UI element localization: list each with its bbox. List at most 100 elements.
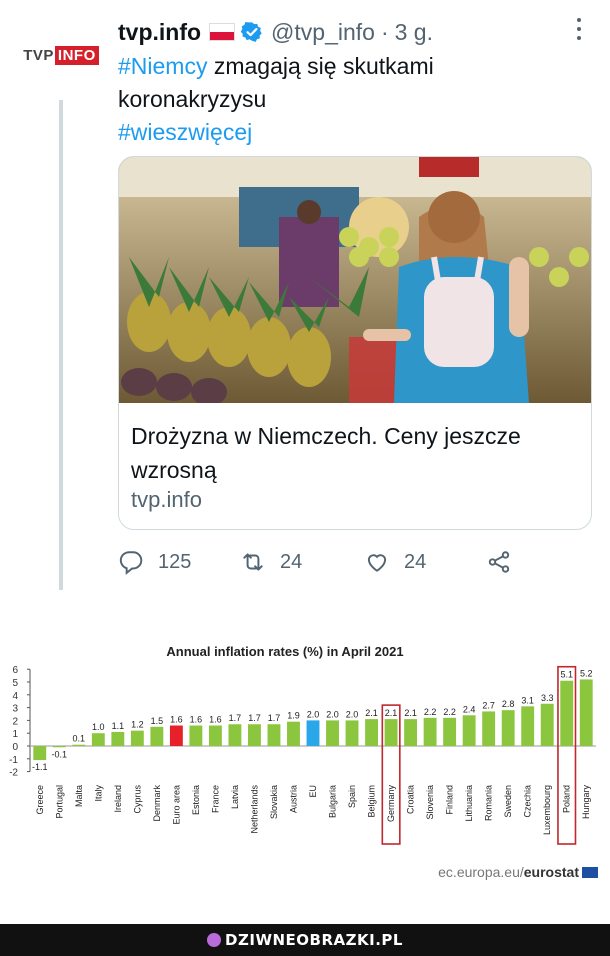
like-button[interactable]: 24 (364, 545, 426, 579)
value-label: 1.5 (151, 716, 164, 726)
reply-button[interactable]: 125 (118, 545, 191, 579)
value-label: 2.8 (502, 699, 515, 709)
category-label: Czechia (523, 785, 533, 818)
bar-france (208, 725, 222, 746)
category-label: France (210, 785, 220, 813)
category-label: Hungary (581, 785, 591, 820)
category-label: Cyprus (132, 785, 142, 814)
source-prefix: ec.europa.eu/ (438, 864, 524, 880)
bar-poland (560, 680, 574, 746)
bar-italy (91, 733, 105, 746)
category-label: Germany (386, 785, 396, 823)
category-label: Portugal (54, 785, 64, 819)
more-options-icon[interactable] (576, 18, 582, 40)
y-tick-label: 2 (12, 716, 18, 727)
value-label: -1.1 (32, 762, 48, 772)
card-image-shopping-woman[interactable] (119, 157, 591, 403)
tweet-text-line1: zmagają się skutkami (207, 53, 434, 79)
card-photo-illustration (119, 157, 591, 403)
value-label: 1.1 (112, 721, 125, 731)
tweet-text-line2: koronakryzysu (118, 86, 267, 112)
bar-netherlands (248, 724, 261, 746)
y-tick-label: 5 (12, 678, 18, 689)
category-label: Netherlands (249, 785, 259, 834)
share-icon (488, 551, 510, 573)
tweet-actions: 125 24 24 (118, 545, 518, 579)
value-label: 2.0 (346, 709, 359, 719)
dziwneobrazki-logo-icon (207, 933, 222, 947)
chart-canvas: -2-10123456-1.1Greece-0.1Portugal0.1Malt… (9, 665, 596, 845)
bar-belgium (365, 719, 378, 746)
y-tick-label: 4 (12, 691, 18, 702)
value-label: 2.1 (385, 708, 398, 718)
value-label: 2.0 (326, 709, 339, 719)
card-domain: tvp.info (131, 487, 202, 512)
value-label: 1.6 (190, 715, 203, 725)
category-label: Ireland (113, 785, 123, 813)
eu-flag-icon (582, 866, 598, 878)
tweet-text: #Niemcy zmagają się skutkami koronakryzy… (118, 50, 578, 149)
avatar-logo-info: INFO (54, 45, 99, 65)
y-tick-label: 0 (12, 742, 18, 753)
category-label: Romania (484, 785, 494, 821)
category-label: Estonia (191, 785, 201, 815)
verified-badge-icon (241, 22, 262, 42)
source-brand: eurostat (523, 864, 579, 880)
value-label: 2.1 (365, 708, 378, 718)
reply-icon (119, 551, 143, 575)
bar-romania (482, 711, 496, 746)
chart-source: ec.europa.eu/eurostat (438, 864, 598, 880)
category-label: Austria (288, 785, 298, 813)
avatar-logo-tvp: TVP (23, 46, 54, 64)
value-label: 2.0 (307, 709, 320, 719)
like-count: 24 (404, 550, 427, 573)
y-tick-label: -2 (9, 768, 18, 779)
bar-greece (33, 746, 47, 761)
bar-malta (72, 744, 86, 746)
display-name[interactable]: tvp.info (118, 19, 201, 46)
bar-slovakia (267, 724, 281, 746)
category-label: Euro area (171, 785, 181, 825)
bar-hungary (579, 679, 593, 746)
retweet-button[interactable]: 24 (240, 545, 302, 579)
category-label: Greece (35, 785, 45, 815)
timestamp[interactable]: 3 g. (395, 19, 433, 46)
value-label: 5.2 (580, 668, 593, 678)
bar-germany (384, 719, 398, 746)
link-card[interactable]: Drożyzna w Niemczech. Ceny jeszcze wzros… (118, 156, 592, 530)
bar-lithuania (462, 715, 476, 746)
hashtag-niemcy[interactable]: #Niemcy (118, 53, 207, 79)
value-label: 1.9 (287, 711, 300, 721)
value-label: 1.2 (131, 720, 144, 730)
bar-latvia (228, 724, 242, 746)
retweet-icon (243, 553, 263, 571)
y-tick-label: 3 (12, 704, 18, 715)
share-button[interactable] (486, 545, 526, 579)
poland-flag-icon (209, 23, 236, 41)
value-label: 3.3 (541, 693, 554, 703)
bar-slovenia (423, 717, 437, 746)
value-label: 1.6 (209, 715, 222, 725)
tweet-header: tvp.info @tvp_info · 3 g. (118, 16, 433, 48)
category-label: EU (308, 785, 318, 798)
bar-euro-area (169, 725, 183, 746)
hashtag-wieszwiecej[interactable]: #wieszwięcej (118, 119, 252, 145)
inflation-chart: Annual inflation rates (%) in April 2021… (0, 630, 610, 890)
card-title[interactable]: Drożyzna w Niemczech. Ceny jeszcze wzros… (131, 419, 581, 487)
value-label: 1.0 (92, 722, 105, 732)
category-label: Poland (562, 785, 572, 813)
y-tick-label: 6 (12, 665, 18, 676)
separator-dot: · (380, 18, 389, 45)
value-label: 2.2 (443, 707, 456, 717)
value-label: 0.1 (73, 734, 86, 744)
watermark-text: DZIWNEOBRAZKI.PL (225, 931, 403, 949)
bar-ireland (111, 731, 125, 746)
value-label: 3.1 (521, 695, 534, 705)
category-label: Malta (74, 785, 84, 807)
reply-count: 125 (158, 550, 192, 573)
value-label: 5.1 (560, 670, 573, 680)
handle[interactable]: @tvp_info (271, 19, 375, 46)
bar-spain (345, 720, 359, 746)
bar-eu (306, 720, 320, 746)
avatar[interactable]: TVP INFO (20, 22, 102, 88)
